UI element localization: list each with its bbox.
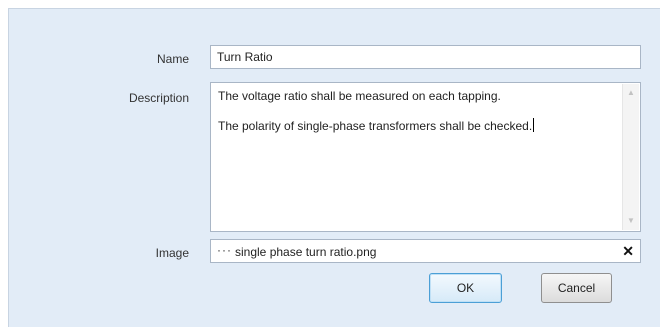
name-input[interactable] [211, 46, 640, 68]
image-file-name: single phase turn ratio.png [235, 245, 377, 259]
image-field[interactable]: ··· single phase turn ratio.png ✕ [210, 239, 641, 263]
description-label: Description [128, 91, 189, 105]
cancel-button[interactable]: Cancel [541, 273, 612, 303]
description-scrollbar[interactable]: ▲ ▼ [622, 84, 639, 230]
description-line-2: The polarity of single-phase transformer… [218, 119, 533, 133]
scroll-up-icon[interactable]: ▲ [623, 86, 639, 100]
image-label: Image [155, 246, 189, 260]
scroll-down-icon[interactable]: ▼ [623, 214, 639, 228]
ok-button[interactable]: OK [429, 273, 502, 303]
name-field[interactable] [210, 45, 641, 69]
text-caret [533, 118, 535, 132]
description-text[interactable]: The voltage ratio shall be measured on e… [218, 89, 618, 134]
clear-icon[interactable]: ✕ [622, 243, 634, 260]
edit-test-dialog: Name Description The voltage ratio shall… [8, 8, 660, 327]
browse-icon[interactable]: ··· [217, 243, 232, 257]
description-textarea[interactable]: The voltage ratio shall be measured on e… [210, 82, 641, 232]
name-label: Name [156, 52, 189, 66]
description-line-1: The voltage ratio shall be measured on e… [218, 89, 501, 103]
